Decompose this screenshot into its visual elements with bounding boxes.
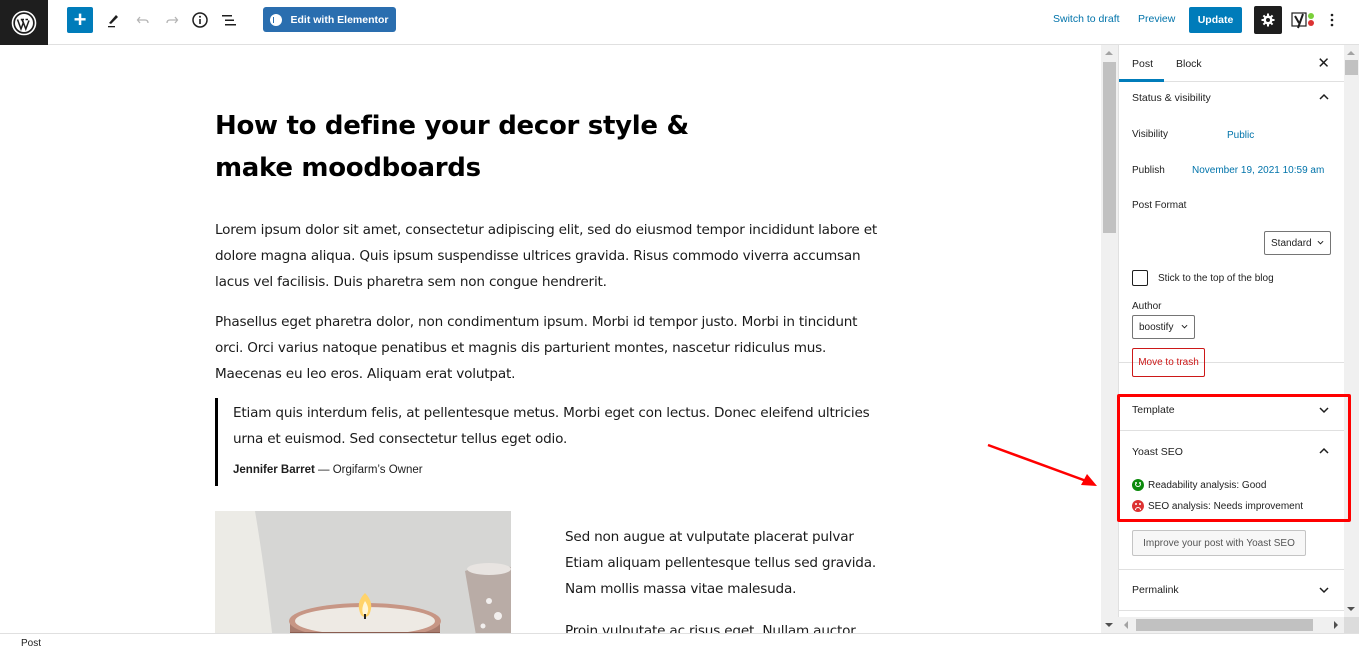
scroll-right-arrow[interactable]	[1334, 621, 1338, 629]
panel-template[interactable]: Template	[1119, 390, 1344, 431]
chevron-up-icon	[1319, 93, 1329, 100]
elementor-icon	[270, 13, 283, 26]
editor-canvas: How to define your decor style & make mo…	[0, 45, 1101, 633]
tools-button[interactable]	[101, 8, 125, 32]
list-view-button[interactable]	[217, 8, 241, 32]
quote-author: Jennifer Barret	[233, 464, 315, 476]
pencil-icon	[108, 15, 118, 28]
paragraph-block[interactable]: Proin vulputate ac risus eget. Nullam au…	[565, 618, 895, 633]
quote-citation: Jennifer Barret — Orgifarm’s Owner	[233, 464, 885, 476]
panel-status-visibility: Status & visibility Visibility Public Pu…	[1119, 82, 1344, 377]
yoast-icon	[1291, 12, 1314, 29]
scroll-down-arrow[interactable]	[1105, 623, 1113, 627]
block-breadcrumb-bar: Post	[0, 633, 1359, 652]
options-button[interactable]	[1325, 9, 1339, 31]
sticky-label: Stick to the top of the blog	[1158, 273, 1274, 284]
post-title[interactable]: How to define your decor style & make mo…	[215, 105, 775, 189]
preview-button[interactable]: Preview	[1138, 13, 1175, 25]
candle-illustration	[215, 511, 511, 633]
visibility-label: Visibility	[1132, 129, 1168, 140]
smiley-good-icon	[1132, 479, 1144, 491]
scrollbar-corner	[1344, 617, 1359, 633]
readability-analysis[interactable]: Readability analysis: Good	[1132, 479, 1266, 491]
tab-post[interactable]: Post	[1132, 58, 1153, 70]
quote-block[interactable]: Etiam quis interdum felis, at pellentesq…	[215, 398, 885, 486]
panel-title: Yoast SEO	[1132, 446, 1183, 458]
editor-scrollbar[interactable]	[1101, 45, 1118, 633]
yoast-button[interactable]	[1290, 9, 1318, 31]
chevron-down-icon	[1181, 324, 1188, 329]
scroll-down-arrow[interactable]	[1347, 607, 1355, 611]
paragraph-block[interactable]: Lorem ipsum dolor sit amet, consectetur …	[215, 217, 885, 295]
seo-text: SEO analysis: Needs improvement	[1148, 500, 1304, 512]
panel-title: Status & visibility	[1132, 92, 1211, 104]
scroll-up-arrow[interactable]	[1347, 51, 1355, 55]
panel-status-visibility-toggle[interactable]: Status & visibility	[1119, 82, 1344, 122]
author-value: boostify	[1139, 321, 1174, 333]
list-view-icon	[222, 15, 236, 26]
post-format-select[interactable]: Standard	[1264, 231, 1331, 255]
post-format-value: Standard	[1271, 237, 1312, 249]
scroll-up-arrow[interactable]	[1105, 51, 1113, 55]
visibility-value[interactable]: Public	[1227, 130, 1254, 141]
paragraph-block[interactable]: Phasellus eget pharetra dolor, non condi…	[215, 309, 885, 387]
improve-with-yoast-button[interactable]: Improve your post with Yoast SEO	[1132, 530, 1306, 556]
panel-yoast-seo-toggle[interactable]: Yoast SEO	[1119, 431, 1344, 471]
more-vertical-icon	[1330, 13, 1334, 27]
annotation-arrow	[987, 443, 1097, 486]
panel-title: Template	[1132, 404, 1175, 416]
candle-image[interactable]	[215, 511, 511, 633]
undo-button[interactable]	[131, 8, 155, 32]
scrollbar-thumb[interactable]	[1136, 619, 1313, 631]
readability-text: Readability analysis: Good	[1148, 479, 1267, 491]
breadcrumb-post[interactable]: Post	[21, 638, 41, 649]
scrollbar-thumb[interactable]	[1345, 60, 1358, 75]
chevron-down-icon	[1319, 587, 1329, 594]
redo-icon	[166, 16, 179, 24]
scrollbar-thumb[interactable]	[1103, 62, 1116, 233]
post-format-label: Post Format	[1132, 200, 1187, 211]
panel-yoast-seo: Yoast SEO Readability analysis: Good SEO…	[1119, 431, 1344, 570]
quote-role: — Orgifarm’s Owner	[314, 464, 423, 476]
chevron-up-icon	[1319, 447, 1329, 454]
tab-block[interactable]: Block	[1176, 58, 1202, 70]
wordpress-logo-button[interactable]	[0, 0, 48, 45]
scroll-left-arrow[interactable]	[1124, 621, 1128, 629]
chevron-down-icon	[1319, 407, 1329, 414]
editor-toolbar: + Edit with Elementor Switch to draft Pr…	[0, 0, 1359, 45]
switch-to-draft-button[interactable]: Switch to draft	[1053, 13, 1120, 25]
wordpress-logo-icon	[11, 10, 37, 35]
edit-with-elementor-button[interactable]: Edit with Elementor	[263, 7, 396, 32]
sidebar-horizontal-scrollbar[interactable]	[1118, 617, 1344, 633]
settings-button[interactable]	[1254, 6, 1282, 34]
move-to-trash-button[interactable]: Move to trash	[1132, 348, 1205, 377]
author-label: Author	[1132, 301, 1162, 312]
sidebar-scrollbar[interactable]	[1344, 45, 1359, 633]
close-sidebar-button[interactable]: ✕	[1317, 54, 1330, 72]
chevron-down-icon	[1317, 240, 1324, 245]
elementor-label: Edit with Elementor	[290, 13, 389, 26]
panel-permalink[interactable]: Permalink	[1119, 570, 1344, 611]
quote-text: Etiam quis interdum felis, at pellentesq…	[233, 405, 870, 447]
update-button[interactable]: Update	[1189, 7, 1242, 33]
details-button[interactable]	[188, 8, 212, 32]
undo-icon	[136, 16, 149, 24]
author-select[interactable]: boostify	[1132, 315, 1195, 339]
sticky-checkbox[interactable]	[1132, 270, 1148, 286]
publish-date[interactable]: November 19, 2021 10:59 am	[1192, 165, 1324, 176]
publish-label: Publish	[1132, 165, 1165, 176]
smiley-sad-icon	[1132, 500, 1144, 512]
seo-analysis[interactable]: SEO analysis: Needs improvement	[1132, 500, 1303, 512]
settings-sidebar: Post Block ✕ Status & visibility Visibil…	[1118, 45, 1344, 617]
sidebar-tabs: Post Block ✕	[1119, 45, 1344, 82]
info-icon	[192, 12, 208, 28]
panel-title: Permalink	[1132, 584, 1179, 596]
gear-icon	[1261, 13, 1275, 27]
add-block-button[interactable]: +	[67, 7, 93, 33]
redo-button[interactable]	[160, 8, 184, 32]
paragraph-block[interactable]: Sed non augue at vulputate placerat pulv…	[565, 524, 895, 602]
